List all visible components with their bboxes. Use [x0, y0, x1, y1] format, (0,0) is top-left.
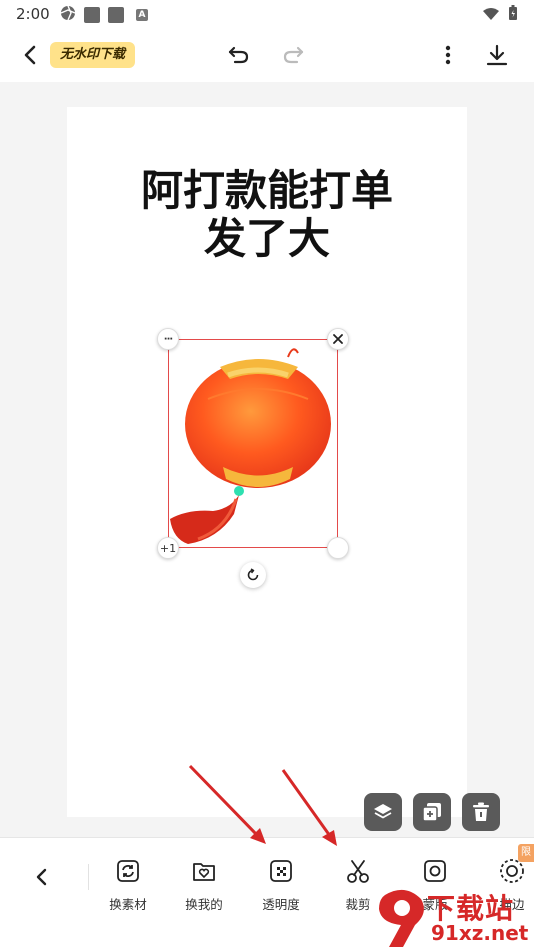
- close-tools-button[interactable]: [26, 862, 56, 892]
- plus-one-label: +1: [159, 541, 177, 555]
- transparency-icon: [266, 856, 296, 886]
- tool-replace-mine[interactable]: 换我的: [174, 856, 234, 913]
- mask-icon: [420, 856, 450, 886]
- close-icon: [333, 334, 343, 344]
- app-a-icon: A: [136, 9, 148, 21]
- chevron-left-icon: [24, 45, 36, 65]
- tool-transparency[interactable]: 透明度: [251, 856, 311, 913]
- canvas-text-line: 发了大: [203, 214, 330, 263]
- bottom-tool-bar: 换素材 换我的 透明度 裁剪 蒙版 描边 限: [0, 837, 534, 950]
- chevron-left-icon: [36, 868, 47, 886]
- tool-label: 蒙版: [422, 897, 448, 912]
- status-time: 2:00: [16, 5, 50, 23]
- undo-icon: [228, 46, 249, 64]
- redo-icon: [283, 46, 304, 64]
- layers-icon: [374, 804, 392, 819]
- folder-heart-icon: [189, 856, 219, 886]
- status-notification-icons: A: [60, 5, 148, 25]
- resize-handle[interactable]: [327, 537, 349, 559]
- tool-label: 透明度: [262, 897, 300, 912]
- trash-icon: [473, 802, 489, 821]
- app-notification-icon: [108, 7, 124, 23]
- tool-label: 裁剪: [345, 897, 371, 912]
- more-options-button[interactable]: [432, 39, 464, 71]
- download-button[interactable]: [481, 39, 513, 71]
- wifi-icon: [482, 6, 500, 25]
- aperture-icon: [60, 5, 76, 25]
- selection-box[interactable]: [168, 339, 338, 548]
- no-watermark-download-badge[interactable]: 无水印下载: [50, 42, 136, 68]
- tool-mask[interactable]: 蒙版: [405, 856, 465, 913]
- tool-label: 描边: [499, 897, 525, 912]
- divider: [88, 864, 89, 890]
- ellipsis-icon: ···: [163, 333, 173, 345]
- tool-stroke[interactable]: 描边: [482, 856, 534, 913]
- tool-label: 换我的: [185, 897, 223, 912]
- back-button[interactable]: [14, 39, 46, 71]
- layers-button[interactable]: [364, 793, 402, 831]
- tool-crop[interactable]: 裁剪: [328, 856, 388, 913]
- battery-icon: [508, 5, 518, 25]
- rotate-icon: [247, 568, 259, 581]
- status-system-icons: [482, 5, 518, 25]
- editor-toolbar: 无水印下载: [0, 28, 534, 82]
- limited-badge: 限: [518, 844, 534, 862]
- swap-asset-icon: [113, 856, 143, 886]
- more-vertical-icon: [445, 45, 451, 65]
- canvas-text-line: 阿打款能打单: [140, 166, 393, 215]
- download-icon: [486, 44, 508, 66]
- redo-button[interactable]: [277, 39, 309, 71]
- tool-label: 换素材: [109, 897, 147, 912]
- duplicate-layer-button[interactable]: [413, 793, 451, 831]
- copy-plus-icon: [422, 803, 441, 822]
- close-handle[interactable]: [327, 328, 349, 350]
- delete-layer-button[interactable]: [462, 793, 500, 831]
- status-bar: 2:00 A: [0, 0, 534, 28]
- app-notification-icon: [84, 7, 100, 23]
- more-options-handle[interactable]: ···: [157, 328, 179, 350]
- canvas-text-element[interactable]: 阿打款能打单 发了大: [67, 167, 467, 263]
- tool-replace-asset[interactable]: 换素材: [98, 856, 158, 913]
- duplicate-handle[interactable]: +1: [157, 537, 179, 559]
- scissors-icon: [343, 856, 373, 886]
- rotate-button[interactable]: [240, 562, 266, 588]
- undo-button[interactable]: [223, 39, 255, 71]
